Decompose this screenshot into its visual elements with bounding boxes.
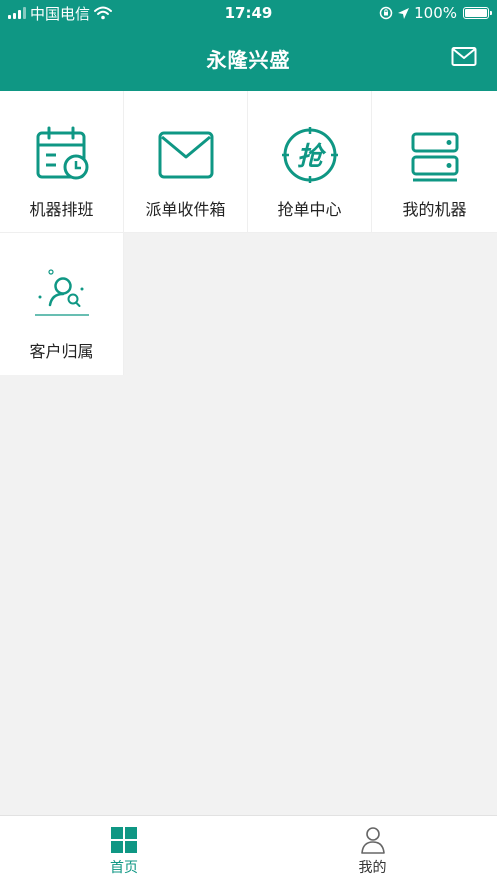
home-grid-icon: [111, 827, 137, 853]
server-icon: [411, 132, 458, 182]
grid-item-my-machines[interactable]: 我的机器: [372, 91, 497, 233]
grab-order-icon: 抢: [281, 127, 338, 183]
grid-item-customer-ownership[interactable]: 客户归属: [0, 233, 124, 375]
tab-home[interactable]: 首页: [0, 816, 248, 883]
grid-item-label: 机器排班: [29, 200, 94, 219]
grid-item-dispatch-inbox[interactable]: 派单收件箱: [124, 91, 248, 233]
grid-item-machine-schedule[interactable]: 机器排班: [0, 91, 124, 233]
status-bar: 中国电信 17:49 100%: [0, 0, 497, 26]
battery-percent: 100%: [414, 4, 457, 22]
calendar-clock-icon: [36, 126, 88, 180]
tab-mine[interactable]: 我的: [248, 816, 497, 883]
bottom-tab-bar: 首页 我的: [0, 815, 497, 883]
grid-item-label: 我的机器: [402, 200, 467, 219]
tab-label: 我的: [358, 860, 387, 876]
location-icon: [398, 7, 410, 19]
grid-item-grab-order-center[interactable]: 抢 抢单中心: [248, 91, 372, 233]
status-right: 100%: [379, 4, 492, 22]
svg-text:抢: 抢: [296, 142, 326, 172]
orientation-lock-icon: [379, 6, 393, 20]
envelope-icon: [158, 131, 213, 179]
grid-item-label: 客户归属: [29, 342, 94, 361]
user-icon: [360, 827, 385, 854]
page-title: 永隆兴盛: [206, 48, 291, 72]
battery-icon: [463, 7, 492, 19]
customer-search-icon: [34, 269, 89, 316]
tab-label: 首页: [110, 860, 138, 876]
grid-item-label: 抢单中心: [277, 200, 342, 219]
grid-item-label: 派单收件箱: [145, 200, 226, 219]
mail-icon[interactable]: [451, 45, 477, 69]
app-header: 中国电信 17:49 100% 永隆兴盛: [0, 0, 497, 91]
